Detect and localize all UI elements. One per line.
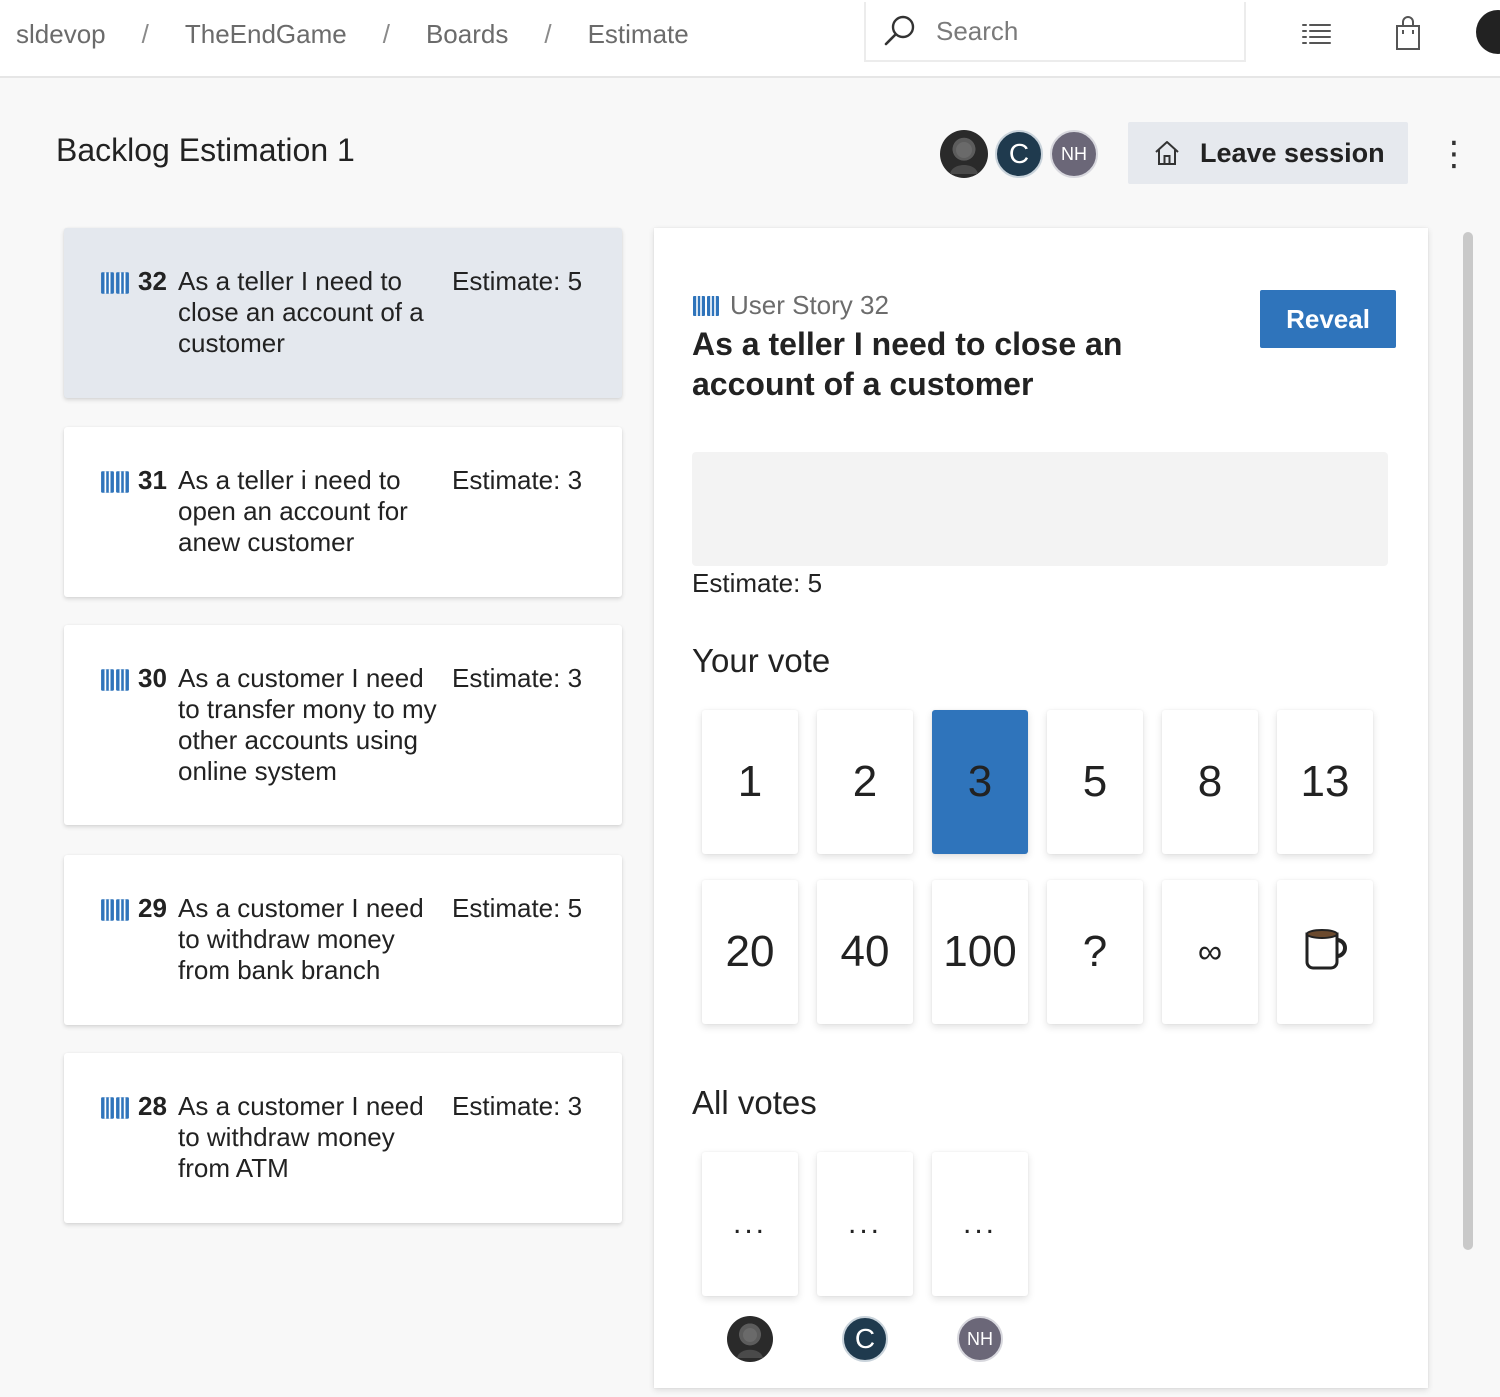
backlog-item-estimate: Estimate: 3 [452, 1091, 583, 1121]
backlog-item-title: As a teller I need to close an account o… [178, 266, 424, 358]
backlog-item-29[interactable]: 29 As a customer I need to withdraw money… [64, 855, 622, 1025]
breadcrumb-separator: / [141, 18, 149, 49]
breadcrumb-boards[interactable]: Boards [426, 19, 508, 50]
vote-card-value: 8 [1197, 757, 1223, 806]
backlog-item-id: 31 [138, 465, 167, 495]
participant-avatar-c: C [995, 130, 1043, 178]
vote-result-card: ... [817, 1152, 913, 1296]
search-input[interactable] [936, 15, 1226, 47]
person-photo-icon [950, 142, 978, 174]
vote-card-value: 100 [943, 927, 1017, 976]
participant-avatar-nh: NH [1050, 130, 1098, 178]
shopping-bag-icon[interactable] [1388, 14, 1428, 54]
user-avatar[interactable] [1476, 10, 1500, 54]
vote-card-value: 40 [840, 927, 890, 976]
vote-card[interactable]: 8 [1162, 710, 1258, 854]
vote-card-value: 20 [725, 927, 775, 976]
vote-card[interactable]: ? [1047, 880, 1143, 1024]
story-detail-panel: User Story 32 As a teller I need to clos… [654, 228, 1428, 1388]
vote-card[interactable]: 13 [1277, 710, 1373, 854]
backlog-item-estimate: Estimate: 5 [452, 893, 583, 923]
backlog-item-estimate: Estimate: 3 [452, 465, 583, 495]
vote-card-value: 5 [1082, 757, 1108, 806]
coffee-cup-icon [1299, 922, 1351, 983]
book-icon [100, 270, 130, 296]
vote-card[interactable]: 40 [817, 880, 913, 1024]
vote-card[interactable]: ∞ [1162, 880, 1258, 1024]
vote-card-value: ∞ [1197, 932, 1223, 971]
breadcrumb-project[interactable]: TheEndGame [185, 19, 347, 50]
book-icon [100, 897, 130, 923]
backlog-item-title: As a customer I need to withdraw money f… [178, 1091, 424, 1183]
backlog-item-title: As a teller i need to open an account fo… [178, 465, 408, 557]
story-type-label: User Story 32 [692, 290, 889, 321]
all-votes-heading: All votes [692, 1084, 817, 1121]
vote-card[interactable]: 5 [1047, 710, 1143, 854]
leave-session-button[interactable]: Leave session [1128, 122, 1408, 184]
vote-card-value: ? [1082, 927, 1108, 976]
book-icon [100, 667, 130, 693]
vote-card[interactable]: 3 [932, 710, 1028, 854]
vote-card[interactable]: 1 [702, 710, 798, 854]
voter-avatar-photo [727, 1316, 773, 1362]
backlog-item-31[interactable]: 31 As a teller i need to open an account … [64, 427, 622, 597]
story-estimate: Estimate: 5 [692, 568, 823, 598]
breadcrumb: sldevop / TheEndGame / Boards / Estimate [16, 14, 689, 54]
search-icon [884, 15, 915, 46]
vote-card-value: 13 [1300, 757, 1350, 806]
your-vote-heading: Your vote [692, 642, 831, 679]
story-title: As a teller I need to close an account o… [692, 326, 1123, 402]
breadcrumb-estimate[interactable]: Estimate [588, 19, 689, 50]
backlog-item-id: 32 [138, 266, 167, 296]
story-type-text: User Story 32 [730, 290, 889, 320]
more-options-button[interactable]: ⋮ [1437, 130, 1471, 178]
breadcrumb-separator: / [382, 18, 390, 49]
person-photo-icon [737, 1328, 763, 1358]
breadcrumb-org[interactable]: sldevop [16, 19, 106, 50]
backlog-item-id: 29 [138, 893, 167, 923]
vote-card-value: 1 [737, 757, 763, 806]
breadcrumb-separator: / [544, 18, 552, 49]
search-box[interactable] [864, 2, 1246, 62]
book-icon [100, 469, 130, 495]
backlog-item-estimate: Estimate: 5 [452, 266, 583, 296]
reveal-button[interactable]: Reveal [1260, 290, 1396, 348]
vote-result-value: ... [847, 1207, 882, 1240]
vote-card[interactable]: 20 [702, 880, 798, 1024]
vote-result-value: ... [962, 1207, 997, 1240]
voter-avatar: NH [957, 1316, 1003, 1362]
vote-card[interactable]: 100 [932, 880, 1028, 1024]
backlog-item-28[interactable]: 28 As a customer I need to withdraw money… [64, 1053, 622, 1223]
vote-card[interactable]: 2 [817, 710, 913, 854]
vote-card-value: 2 [852, 757, 878, 806]
backlog-item-id: 30 [138, 663, 167, 693]
backlog-item-title: As a customer I need to withdraw money f… [178, 893, 424, 985]
backlog-item-30[interactable]: 30 As a customer I need to transfer mony … [64, 625, 622, 825]
backlog-item-32[interactable]: 32 As a teller I need to close an account… [64, 228, 622, 398]
book-icon [693, 295, 719, 316]
backlog-item-estimate: Estimate: 3 [452, 663, 583, 693]
vote-result-card: ... [932, 1152, 1028, 1296]
vote-card-value: 3 [967, 757, 993, 806]
vote-card-coffee[interactable] [1277, 880, 1373, 1024]
book-icon [100, 1095, 130, 1121]
leave-session-label: Leave session [1200, 137, 1385, 168]
backlog-item-title: As a customer I need to transfer mony to… [178, 663, 437, 786]
vote-result-value: ... [732, 1207, 767, 1240]
voter-avatar: C [842, 1316, 888, 1362]
top-bar: sldevop / TheEndGame / Boards / Estimate [0, 0, 1500, 78]
home-icon [1155, 141, 1179, 165]
list-icon[interactable] [1296, 14, 1336, 54]
story-description [692, 452, 1388, 566]
vote-result-card: ... [702, 1152, 798, 1296]
participant-avatar-photo [940, 130, 988, 178]
backlog-item-id: 28 [138, 1091, 167, 1121]
scrollbar[interactable] [1463, 232, 1473, 1250]
page-title: Backlog Estimation 1 [56, 132, 355, 168]
